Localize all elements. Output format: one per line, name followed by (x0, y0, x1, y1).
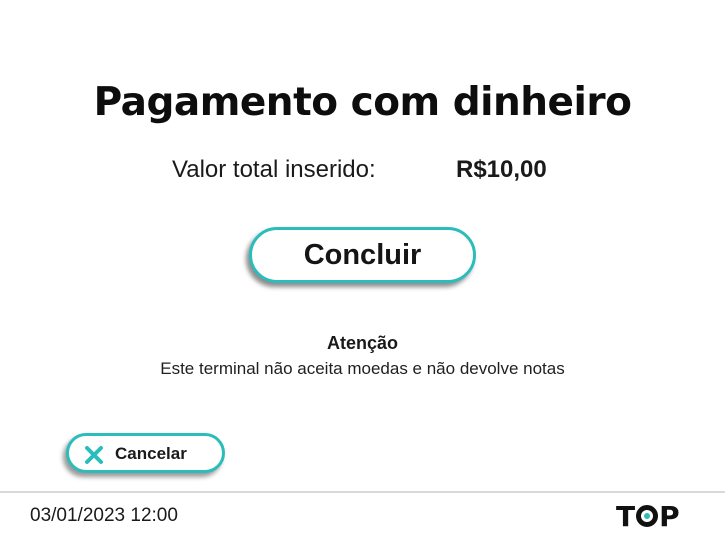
total-row: Valor total inserido: R$10,00 (0, 156, 725, 188)
total-label: Valor total inserido: (172, 156, 376, 183)
attention-notice: Atenção Este terminal não aceita moedas … (0, 332, 725, 380)
footer-divider (0, 491, 725, 493)
datetime: 03/01/2023 12:00 (30, 505, 178, 526)
cancel-label: Cancelar (115, 444, 187, 463)
page-title: Pagamento com dinheiro (93, 80, 632, 125)
logo-letter-t: T (616, 499, 636, 533)
top-logo: T P (616, 499, 680, 533)
close-icon (85, 446, 103, 464)
total-value: R$10,00 (456, 156, 547, 183)
attention-text: Este terminal não aceita moedas e não de… (160, 359, 565, 378)
attention-title: Atenção (326, 333, 398, 353)
logo-o-mark-icon (636, 505, 659, 527)
conclude-button[interactable]: Concluir (249, 227, 476, 283)
logo-letter-p: P (659, 499, 680, 533)
cancel-button[interactable]: Cancelar (66, 433, 225, 473)
